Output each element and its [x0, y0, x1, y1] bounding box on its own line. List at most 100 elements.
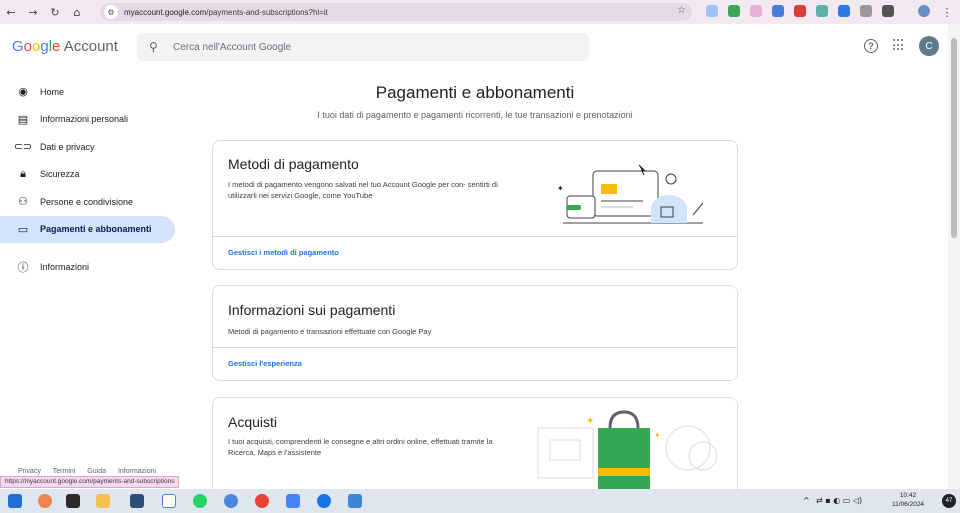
logo-letter: e [52, 38, 61, 55]
sidebar-item-personal-info[interactable]: ▤ Informazioni personali [0, 106, 175, 134]
address-url: myaccount.google.com/payments-and-subscr… [124, 8, 328, 17]
payment-info-card: Informazioni sui pagamenti Metodi di pag… [212, 285, 738, 381]
url-host: myaccount.google.com [124, 7, 207, 17]
help-icon[interactable]: ? [864, 39, 878, 53]
sidebar-item-label: Sicurezza [40, 169, 80, 180]
page-subtitle: I tuoi dati di pagamento e pagamenti ric… [317, 110, 633, 120]
payment-methods-card: Metodi di pagamento I metodi di pagament… [212, 140, 738, 270]
search-icon[interactable]: ⚲ [149, 40, 163, 54]
sidebar-item-people-sharing[interactable]: ⚇ Persone e condivisione [0, 188, 175, 216]
card-description: Metodi di pagamento e transazioni effett… [228, 327, 432, 336]
forward-icon[interactable]: → [22, 1, 44, 23]
app-icon[interactable] [317, 494, 331, 508]
svg-text:✦: ✦ [586, 416, 594, 427]
terms-link[interactable]: Termini [53, 468, 76, 475]
card-title: Informazioni sui pagamenti [228, 302, 396, 318]
svg-text:✦: ✦ [557, 184, 564, 193]
svg-text:✦: ✦ [654, 431, 661, 440]
privacy-link[interactable]: Privacy [18, 468, 41, 475]
tray-chevron-icon[interactable]: ^ [803, 496, 810, 505]
extension-icon[interactable] [772, 5, 784, 17]
file-explorer-icon[interactable] [96, 494, 110, 508]
address-bar[interactable]: ⚙ myaccount.google.com/payments-and-subs… [100, 3, 692, 21]
bookmark-star-icon[interactable]: ☆ [677, 5, 686, 16]
home-icon: ◉ [18, 85, 28, 99]
sidebar-item-payments[interactable]: ▭ Pagamenti e abbonamenti [0, 215, 175, 243]
browser-menu-icon[interactable]: ⋮ [936, 1, 958, 23]
store-icon[interactable] [130, 494, 144, 508]
home-browser-icon[interactable]: ⌂ [66, 1, 88, 23]
logo-letter: G [12, 38, 24, 55]
apps-grid-icon[interactable] [893, 39, 905, 51]
info-icon: ⓘ [17, 260, 29, 274]
card-icon: ▭ [17, 222, 29, 236]
page-title: Pagamenti e abbonamenti [375, 83, 575, 102]
task-view-icon[interactable] [66, 494, 80, 508]
extension-badge-icon[interactable] [794, 5, 806, 17]
reload-icon[interactable]: ↻ [44, 1, 66, 23]
scrollbar-thumb[interactable] [951, 38, 957, 238]
notification-badge[interactable]: 47 [942, 494, 956, 508]
extension-shield-icon[interactable] [728, 5, 740, 17]
google-account-logo[interactable]: Google Account [12, 38, 118, 55]
url-path: /payments-and-subscriptions?hl=it [206, 7, 328, 17]
chrome-icon[interactable] [255, 494, 269, 508]
card-divider [213, 236, 737, 237]
card-title: Metodi di pagamento [228, 156, 359, 172]
sidebar-item-label: Home [40, 86, 65, 97]
shopping-bag-illustration: ✦ ✦ [537, 410, 718, 496]
avatar[interactable]: C [919, 36, 939, 56]
system-clock[interactable]: 10:42 11/06/2024 [892, 491, 924, 509]
card-description: I metodi di pagamento vengono salvati ne… [228, 180, 498, 200]
extension-icon[interactable] [706, 5, 718, 17]
card-description: I tuoi acquisti, comprendenti le consegn… [228, 437, 493, 457]
drive-icon[interactable] [286, 494, 300, 508]
clock-time: 10:42 [899, 492, 917, 499]
search-input[interactable]: ⚲ Cerca nell'Account Google [137, 33, 589, 61]
sidebar-item-about[interactable]: ⓘ Informazioni [0, 253, 175, 281]
back-icon[interactable]: ← [0, 1, 22, 23]
start-icon[interactable] [8, 494, 22, 508]
clock-date: 11/06/2024 [892, 501, 925, 508]
whatsapp-icon[interactable] [193, 494, 207, 508]
site-info-icon[interactable]: ⚙ [104, 5, 118, 19]
footer-links: Privacy Termini Guida Informazioni [18, 468, 166, 475]
notepad-icon[interactable] [162, 494, 176, 508]
sidebar-item-label: Dati e privacy [40, 141, 95, 152]
purchases-card: Acquisti I tuoi acquisti, comprendenti l… [212, 397, 738, 497]
scrollbar[interactable] [948, 24, 960, 489]
extension-icon[interactable] [838, 5, 850, 17]
toggle-icon: ⊂⊃ [13, 140, 33, 154]
sidebar-item-label: Persone e condivisione [40, 196, 134, 207]
extensions-puzzle-icon[interactable] [882, 5, 894, 17]
sidebar-item-label: Pagamenti e abbonamenti [40, 224, 152, 235]
sidebar-item-data-privacy[interactable]: ⊂⊃ Dati e privacy [0, 133, 175, 161]
app-header: Google Account ⚲ Cerca nell'Account Goog… [0, 24, 948, 70]
card-title: Acquisti [228, 414, 278, 430]
people-icon: ⚇ [18, 195, 28, 209]
sidebar-item-security[interactable]: 🔒︎ Sicurezza [0, 161, 175, 189]
card-divider [213, 347, 737, 348]
search-placeholder: Cerca nell'Account Google [173, 41, 292, 53]
tray-icons[interactable]: ⇄ ▪ ◐ ▭ ◁) [816, 496, 862, 505]
extension-pen-icon[interactable] [750, 5, 762, 17]
about-link[interactable]: Informazioni [118, 468, 156, 475]
help-link[interactable]: Guida [87, 468, 106, 475]
lock-icon: 🔒︎ [20, 167, 26, 181]
logo-letter: g [40, 38, 49, 55]
id-card-icon: ▤ [17, 112, 29, 126]
manage-payment-methods-link[interactable]: Gestisci i metodi di pagamento [228, 248, 339, 257]
status-bar-url: https://myaccount.google.com/payments-an… [0, 476, 180, 488]
logo-account-text: Account [63, 38, 118, 55]
profile-icon[interactable] [918, 5, 930, 17]
extension-icon[interactable] [860, 5, 872, 17]
photos-icon[interactable] [348, 494, 362, 508]
widgets-icon[interactable] [38, 494, 52, 508]
extension-icon[interactable] [816, 5, 828, 17]
sidebar-item-label: Informazioni [40, 261, 90, 272]
sidebar-nav: ◉ Home ▤ Informazioni personali ⊂⊃ Dati … [0, 78, 180, 281]
app-icon[interactable] [224, 494, 238, 508]
manage-experience-link[interactable]: Gestisci l'esperienza [228, 359, 302, 368]
sidebar-item-label: Informazioni personali [40, 114, 129, 125]
sidebar-item-home[interactable]: ◉ Home [0, 78, 175, 106]
